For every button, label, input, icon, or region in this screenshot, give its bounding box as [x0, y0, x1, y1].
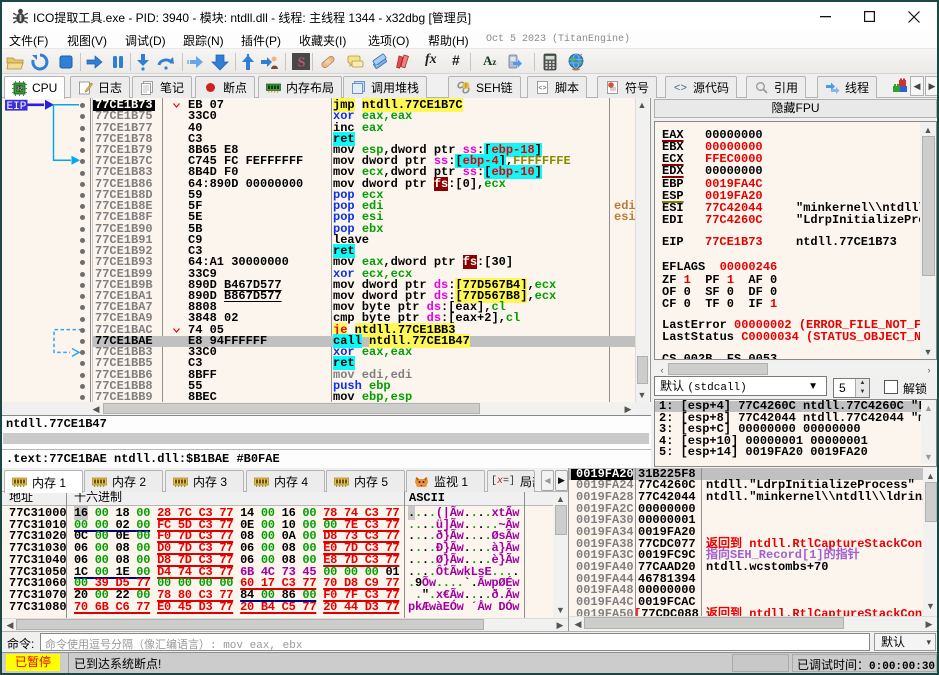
svg-text:<>: <> [538, 85, 546, 93]
svg-text:<>: <> [674, 83, 687, 95]
svg-text:S: S [298, 56, 306, 71]
svg-text:EIP: EIP [7, 101, 27, 113]
svg-text:32: 32 [16, 86, 22, 92]
